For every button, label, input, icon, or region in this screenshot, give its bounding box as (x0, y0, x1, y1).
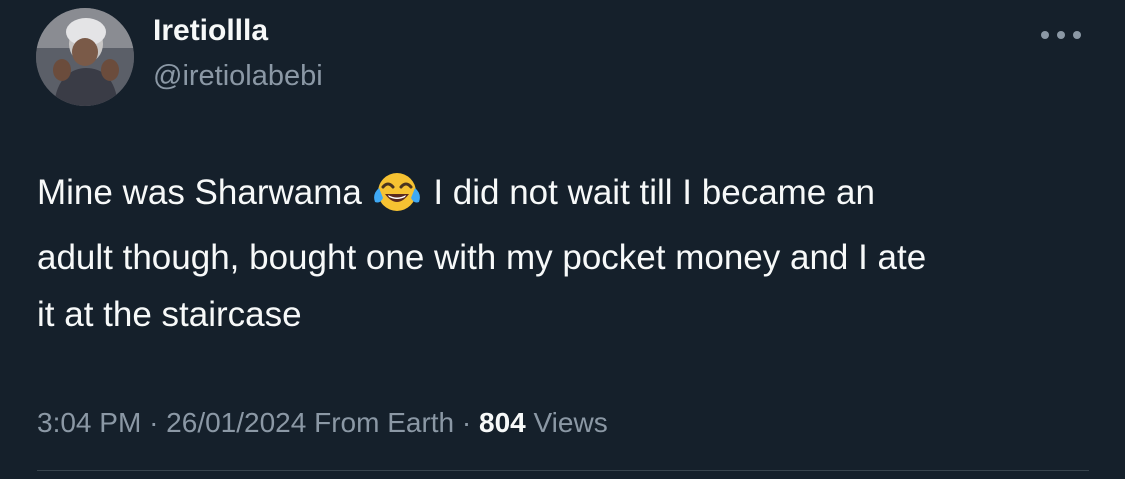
tweet-text: Mine was Sharwama I did not wait till I … (37, 164, 1097, 343)
meta-separator: · (461, 407, 472, 438)
tweet-text-segment: Mine was Sharwama (37, 173, 362, 212)
views-count[interactable]: 804 (479, 407, 526, 438)
more-horizontal-icon (1041, 31, 1081, 39)
tweet-line-3: it at the staircase (37, 295, 302, 334)
tweet-meta: 3:04 PM · 26/01/2024 From Earth · 804 Vi… (37, 407, 608, 439)
avatar[interactable] (36, 8, 134, 106)
tweet-source: From Earth (314, 407, 455, 438)
face-with-tears-of-joy-icon (373, 170, 420, 229)
tweet-line-2: adult though, bought one with my pocket … (37, 238, 927, 277)
tweet-time[interactable]: 3:04 PM (37, 407, 141, 438)
tweet-date[interactable]: 26/01/2024 (166, 407, 306, 438)
divider (37, 470, 1089, 471)
tweet-text-segment: I did not wait till I became an (433, 173, 875, 212)
tweet-line-1: Mine was Sharwama I did not wait till I … (37, 164, 1097, 229)
more-options-button[interactable] (1036, 20, 1086, 50)
views-label[interactable]: Views (534, 407, 608, 438)
avatar-image (36, 8, 134, 106)
meta-separator: · (149, 407, 159, 438)
display-name[interactable]: Iretiollla (153, 14, 268, 48)
handle[interactable]: @iretiolabebi (153, 60, 323, 93)
